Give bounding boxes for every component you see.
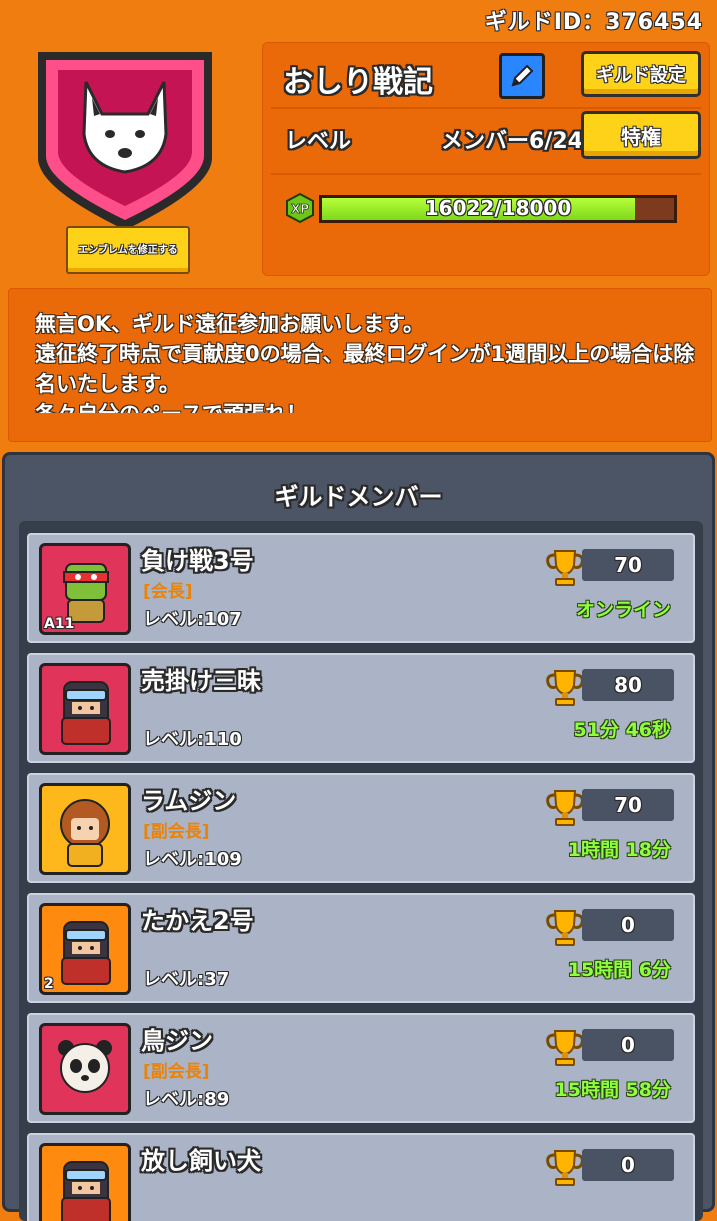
girl-icon xyxy=(39,783,131,875)
turtle-icon: A11 xyxy=(39,543,131,635)
divider xyxy=(271,173,701,175)
trophy-count: 70 xyxy=(582,549,674,581)
member-name: 鳥ジン xyxy=(141,1027,213,1055)
member-row[interactable]: 放し飼い犬 0 xyxy=(27,1133,695,1221)
trophy-count: 80 xyxy=(582,669,674,701)
members-title: ギルドメンバー xyxy=(274,483,443,511)
member-name: 売掛け三昧 xyxy=(141,667,261,695)
trophy-icon xyxy=(543,1025,587,1069)
member-status: 15時間 6分 xyxy=(567,959,671,981)
trophy-count: 0 xyxy=(582,1029,674,1061)
member-count: メンバー6/24 xyxy=(441,129,583,154)
ninja-icon xyxy=(39,1143,131,1221)
member-level: レベル:37 xyxy=(143,969,230,990)
edit-name-button[interactable] xyxy=(499,53,545,99)
member-status: オンライン xyxy=(575,599,671,621)
xp-text: 16022/18000 xyxy=(424,196,572,220)
member-row[interactable]: 2 たかえ2号レベル:37 0 15時間 6分 xyxy=(27,893,695,1003)
guild-settings-button[interactable]: ギルド設定 xyxy=(581,51,701,97)
members-panel: ギルドメンバー A11 負け戦3号 [会長] レベル:107 70 オンライン 売掛け三昧レ… xyxy=(2,452,715,1221)
member-level: レベル:109 xyxy=(143,849,242,870)
member-name: ラムジン xyxy=(141,787,237,815)
member-level: レベル:110 xyxy=(143,729,242,750)
member-row[interactable]: 売掛け三昧レベル:110 80 51分 46秒 xyxy=(27,653,695,763)
member-status: 15時間 58分 xyxy=(554,1079,672,1101)
member-name: 放し飼い犬 xyxy=(141,1147,261,1175)
member-level: レベル:89 xyxy=(143,1089,230,1110)
rank-badge: A11 xyxy=(44,616,75,632)
member-name: たかえ2号 xyxy=(141,907,254,935)
member-status: 51分 46秒 xyxy=(573,719,672,741)
edit-emblem-button[interactable]: エンブレムを修正する xyxy=(66,226,190,274)
trophy-count: 0 xyxy=(582,909,674,941)
member-row[interactable]: ラムジン [副会長] レベル:109 70 1時間 18分 xyxy=(27,773,695,883)
member-role: [副会長] xyxy=(143,822,210,842)
guild-info-panel: おしり戦記 ギルド設定 レベル メンバー6/24 特権 XP 16022/180… xyxy=(262,42,710,276)
member-level: レベル:107 xyxy=(143,609,242,630)
trophy-icon xyxy=(543,545,587,589)
pencil-icon xyxy=(511,64,534,87)
member-list[interactable]: A11 負け戦3号 [会長] レベル:107 70 オンライン売掛け三昧レベル:110 80… xyxy=(19,521,703,1221)
trophy-icon xyxy=(543,785,587,829)
trophy-count: 70 xyxy=(582,789,674,821)
member-row[interactable]: 鳥ジン [副会長] レベル:89 0 15時間 58分 xyxy=(27,1013,695,1123)
trophy-icon xyxy=(543,1145,587,1189)
description-text: 無言OK、ギルド遠征参加お願いします。 遠征終了時点で貢献度0の場合、最終ログイ… xyxy=(35,312,695,413)
ninja-icon xyxy=(39,663,131,755)
trophy-icon xyxy=(543,665,587,709)
guild-emblem[interactable] xyxy=(30,38,220,233)
member-role: [会長] xyxy=(143,582,193,602)
rank-badge: 2 xyxy=(44,976,54,992)
trophy-count: 0 xyxy=(582,1149,674,1181)
member-role: [副会長] xyxy=(143,1062,210,1082)
xp-label: XP xyxy=(291,202,309,216)
panda-icon xyxy=(39,1023,131,1115)
privilege-button[interactable]: 特権 xyxy=(581,111,701,159)
ninja-icon: 2 xyxy=(39,903,131,995)
divider xyxy=(271,107,701,109)
member-row[interactable]: A11 負け戦3号 [会長] レベル:107 70 オンライン xyxy=(27,533,695,643)
trophy-icon xyxy=(543,905,587,949)
guild-description[interactable]: 無言OK、ギルド遠征参加お願いします。 遠征終了時点で貢献度0の場合、最終ログイ… xyxy=(8,288,712,442)
guild-level-label: レベル xyxy=(285,129,352,154)
xp-icon: XP xyxy=(285,192,315,224)
guild-id: ギルドID：376454 xyxy=(484,10,703,35)
xp-bar: 16022/18000 xyxy=(319,195,677,223)
member-status: 1時間 18分 xyxy=(567,839,671,861)
guild-name: おしり戦記 xyxy=(283,65,433,100)
member-name: 負け戦3号 xyxy=(141,547,254,575)
wolf-emblem-icon xyxy=(38,52,212,230)
